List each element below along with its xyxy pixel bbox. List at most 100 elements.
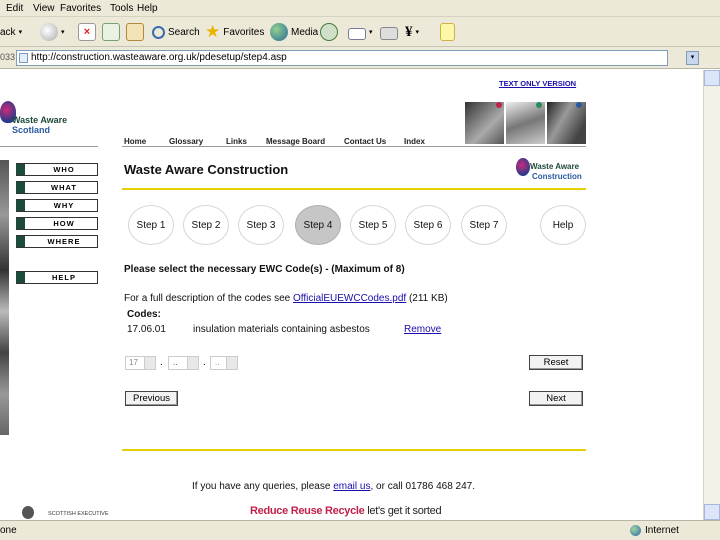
home-button[interactable] [126, 21, 144, 43]
slogan: Reduce Reuse Recycle let's get it sorted [250, 505, 442, 517]
messenger-button[interactable]: ¥ ▾ [405, 21, 419, 43]
menu-bar: Edit View Favorites Tools Help [0, 0, 720, 17]
remove-link[interactable]: Remove [404, 324, 441, 335]
menu-help[interactable]: Help [137, 3, 158, 14]
reset-button[interactable]: Reset [529, 355, 583, 370]
separator-dot: . [160, 357, 163, 368]
chevron-down-icon: ▾ [415, 29, 420, 36]
step-7[interactable]: Step 7 [461, 205, 507, 245]
help-step[interactable]: Help [540, 205, 586, 245]
menu-edit[interactable]: Edit [6, 3, 23, 14]
side-nav-who[interactable]: WHO [16, 163, 98, 176]
forward-button[interactable]: ▾ [40, 21, 65, 43]
side-label: WHAT [51, 183, 77, 192]
accent-dot [576, 102, 582, 108]
nav-contact-us[interactable]: Contact Us [344, 137, 386, 146]
side-tab [16, 236, 25, 247]
globe-icon [630, 525, 641, 536]
codes-label: Codes: [127, 309, 161, 320]
code-select-3[interactable]: .. [210, 356, 238, 370]
side-tab [16, 200, 25, 211]
side-label: HOW [53, 219, 75, 228]
header-photo [547, 102, 586, 144]
address-bar: 033 http://construction.wasteaware.org.u… [0, 47, 720, 69]
status-text: one [0, 525, 17, 536]
media-button[interactable]: Media [270, 21, 318, 43]
address-field[interactable]: http://construction.wasteaware.org.uk/pd… [16, 50, 668, 66]
side-nav-what[interactable]: WHAT [16, 181, 98, 194]
nav-links[interactable]: Links [226, 137, 247, 146]
text-only-link[interactable]: TEXT ONLY VERSION [499, 79, 576, 88]
nav-glossary[interactable]: Glossary [169, 137, 203, 146]
nav-home[interactable]: Home [124, 137, 146, 146]
separator-dot: . [203, 357, 206, 368]
description-line: For a full description of the codes see … [124, 293, 448, 304]
logo-line1: Waste Aware [12, 115, 68, 125]
menu-favorites[interactable]: Favorites [60, 3, 101, 14]
side-label: WHO [53, 165, 75, 174]
side-nav-how[interactable]: HOW [16, 217, 98, 230]
heading-rule [122, 188, 586, 190]
refresh-button[interactable] [102, 21, 120, 43]
step-4[interactable]: Step 4 [295, 205, 341, 245]
select-value: .. [173, 358, 178, 367]
code-value: 17.06.01 [127, 324, 166, 335]
scottish-executive-logo: SCOTTISH EXECUTIVE [22, 504, 117, 520]
back-button[interactable]: ack ▾ [0, 21, 22, 43]
nav-index[interactable]: Index [404, 137, 425, 146]
heading-logo-line2: Construction [532, 172, 582, 181]
step-2[interactable]: Step 2 [183, 205, 229, 245]
next-button[interactable]: Next [529, 391, 583, 406]
nav-divider [122, 146, 586, 147]
note-button[interactable] [440, 21, 455, 43]
chevron-down-icon: ▾ [369, 29, 373, 36]
print-button[interactable] [380, 21, 398, 43]
accent-dot [536, 102, 542, 108]
nav-message-board[interactable]: Message Board [266, 137, 325, 146]
chevron-down-icon [187, 357, 198, 369]
vertical-scrollbar[interactable] [703, 70, 720, 520]
step-6[interactable]: Step 6 [405, 205, 451, 245]
page-title: Waste Aware Construction [124, 162, 289, 177]
menu-tools[interactable]: Tools [110, 3, 133, 14]
footer-rule [122, 449, 586, 451]
stop-button[interactable]: × [78, 21, 96, 43]
code-row: 17.06.01 insulation materials containing… [127, 324, 441, 335]
code-select-1[interactable]: 17 [125, 356, 156, 370]
mail-button[interactable]: ▾ [348, 21, 373, 43]
slogan-reuse: Reuse [290, 505, 323, 517]
codes-pdf-link[interactable]: OfficialEUEWCCodes.pdf [293, 293, 406, 304]
favorites-button[interactable]: ★ Favorites [205, 21, 264, 43]
side-nav-help[interactable]: HELP [16, 271, 98, 284]
media-icon [270, 23, 288, 41]
scroll-up-button[interactable] [704, 70, 720, 86]
side-nav-why[interactable]: WHY [16, 199, 98, 212]
step-1[interactable]: Step 1 [128, 205, 174, 245]
slogan-recycle: Recycle [325, 505, 365, 517]
chevron-down-icon [144, 357, 155, 369]
url-text: http://construction.wasteaware.org.uk/pd… [31, 52, 287, 63]
back-label: ack [0, 26, 16, 38]
side-nav-where[interactable]: WHERE [16, 235, 98, 248]
side-photo-strip [0, 160, 9, 435]
email-link[interactable]: email us [333, 481, 370, 492]
favorites-label: Favorites [223, 26, 265, 38]
zone-text: Internet [645, 525, 679, 536]
refresh-icon [102, 23, 120, 41]
heading-logo-line1: Waste Aware [530, 162, 580, 171]
previous-button[interactable]: Previous [125, 391, 178, 406]
menu-view[interactable]: View [33, 3, 55, 14]
step-5[interactable]: Step 5 [350, 205, 396, 245]
star-icon: ★ [205, 22, 221, 41]
search-button[interactable]: Search [152, 21, 200, 43]
select-value: .. [215, 358, 220, 367]
step-3[interactable]: Step 3 [238, 205, 284, 245]
scroll-down-button[interactable] [704, 504, 720, 520]
code-select-2[interactable]: .. [168, 356, 199, 370]
side-label: WHERE [47, 237, 81, 246]
address-label: 033 [0, 52, 16, 62]
history-button[interactable] [320, 21, 338, 43]
search-label: Search [168, 26, 200, 38]
address-dropdown-button[interactable]: ▾ [686, 51, 699, 65]
site-logo[interactable]: Waste Aware Scotland [0, 99, 90, 139]
